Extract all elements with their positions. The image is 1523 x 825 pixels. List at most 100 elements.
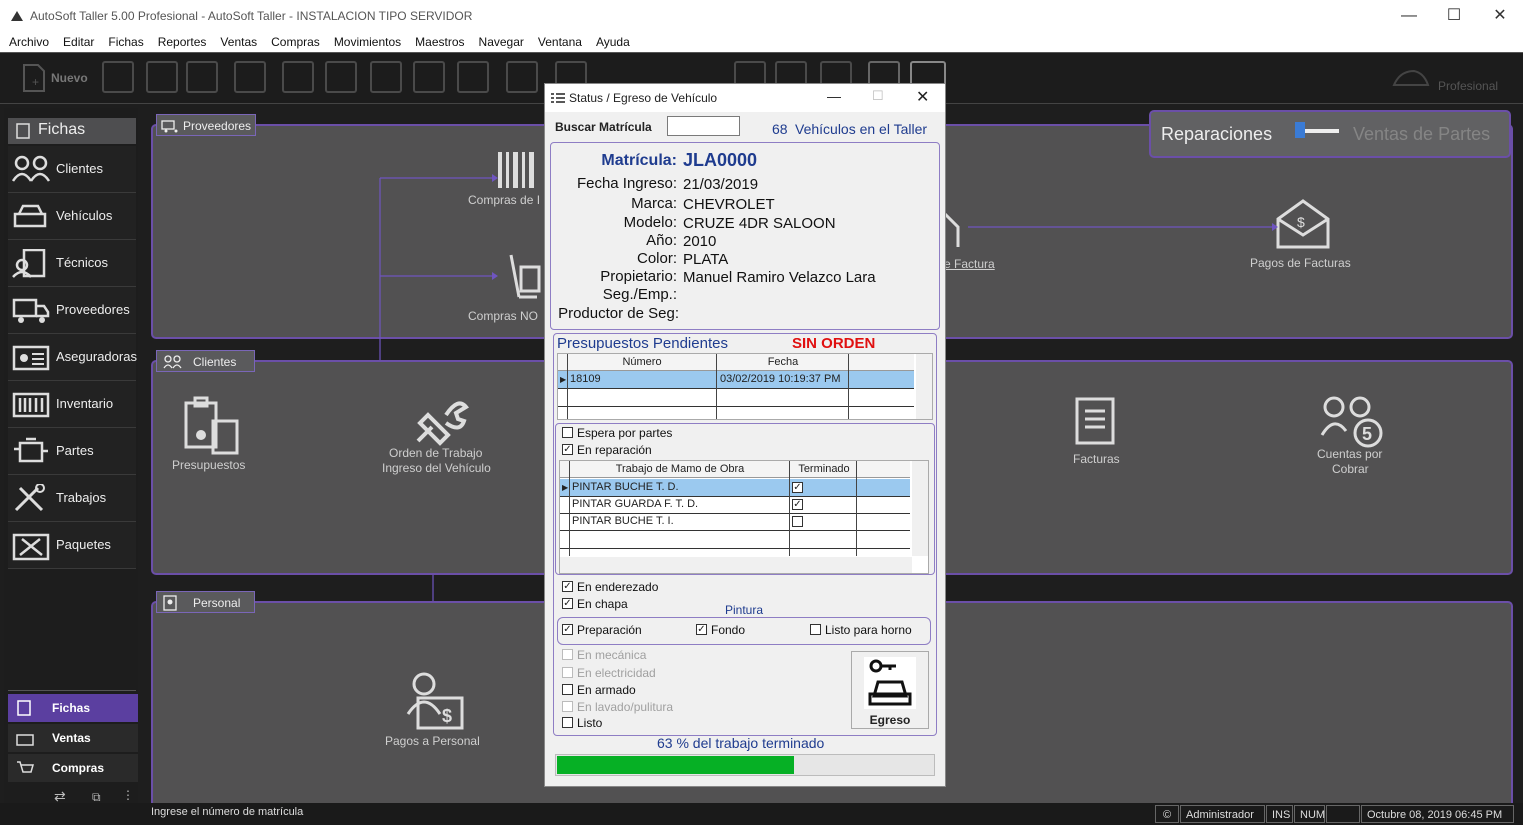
listo-checkbox[interactable]: [562, 717, 573, 728]
chapa-checkbox[interactable]: ✓: [562, 598, 573, 609]
menu-archivo[interactable]: Archivo: [4, 32, 54, 52]
print-icon[interactable]: [282, 61, 314, 93]
dialog-close-button[interactable]: ✕: [916, 87, 929, 107]
tab-proveedores[interactable]: Proveedores: [156, 114, 256, 136]
armado-checkbox[interactable]: [562, 684, 573, 695]
sidebar-item-label: Inventario: [56, 396, 114, 411]
node-pagos-personal[interactable]: Pagos a Personal: [385, 734, 480, 748]
menu-reportes[interactable]: Reportes: [153, 32, 212, 52]
menu-ventas[interactable]: Ventas: [215, 32, 262, 52]
egreso-button[interactable]: Egreso: [851, 651, 929, 729]
enderezado-checkbox[interactable]: ✓: [562, 581, 573, 592]
refresh-icon[interactable]: [234, 61, 266, 93]
progress-label: % del trabajo terminado: [676, 735, 825, 751]
sidebar-item-vehiculos[interactable]: Vehículos: [8, 193, 136, 240]
menu-ventana[interactable]: Ventana: [533, 32, 587, 52]
brand-label: Profesional: [1438, 79, 1499, 93]
table-row[interactable]: PINTAR BUCHE T. I.: [560, 513, 910, 531]
save-icon[interactable]: [186, 61, 218, 93]
modelo-label: Modelo:: [623, 214, 677, 231]
menu-maestros[interactable]: Maestros: [410, 32, 469, 52]
sidebar-item-label: Trabajos: [56, 490, 107, 505]
col-trabajo[interactable]: Trabajo de Mamo de Obra: [570, 463, 790, 475]
menu-compras[interactable]: Compras: [266, 32, 325, 52]
sidebar-item-clientes[interactable]: Clientes: [8, 146, 136, 193]
terminado-checkbox[interactable]: ✓: [792, 482, 803, 493]
pintura-label: Pintura: [725, 603, 764, 617]
vehicles-count: 68: [772, 121, 788, 137]
sidebar-item-inventario[interactable]: Inventario: [8, 381, 136, 428]
trabajos-vscrollbar[interactable]: [912, 461, 928, 556]
node-ingreso-vehiculo[interactable]: Ingreso del Vehículo: [382, 461, 491, 475]
egreso-label: Egreso: [869, 713, 911, 727]
sidebar-item-partes[interactable]: Partes: [8, 428, 136, 475]
people-count-icon[interactable]: 5: [1320, 395, 1386, 449]
col-numero[interactable]: Número: [568, 356, 716, 368]
sidebar-item-trabajos[interactable]: Trabajos: [8, 475, 136, 522]
tab-compras[interactable]: Compras: [8, 754, 138, 782]
table-row[interactable]: ▶ 18109 03/02/2019 10:19:37 PM: [558, 371, 914, 389]
espera-checkbox[interactable]: [562, 427, 573, 438]
sidebar-item-aseguradoras[interactable]: Aseguradoras: [8, 334, 137, 381]
tab-ventas[interactable]: Ventas: [8, 724, 138, 752]
node-orden-trabajo[interactable]: Orden de Trabajo: [389, 446, 482, 460]
tab-personal[interactable]: Personal: [156, 591, 255, 613]
table-row[interactable]: ▶ PINTAR BUCHE T. D. ✓: [560, 479, 910, 497]
maximize-button[interactable]: ☐: [1431, 0, 1477, 32]
row-trabajo: PINTAR BUCHE T. D.: [572, 481, 679, 493]
menu-navegar[interactable]: Navegar: [474, 32, 529, 52]
mode-toggle[interactable]: Reparaciones Ventas de Partes: [1149, 110, 1511, 158]
toggle-ventas-partes[interactable]: Ventas de Partes: [1353, 124, 1490, 145]
sidebar-item-paquetes[interactable]: Paquetes: [8, 522, 136, 569]
menu-editar[interactable]: Editar: [58, 32, 99, 52]
dialog-title-bar: Status / Egreso de Vehículo — ☐ ✕: [545, 84, 945, 112]
menu-movimientos[interactable]: Movimientos: [329, 32, 406, 52]
search-matricula-input[interactable]: [667, 116, 740, 136]
trabajos-grid[interactable]: Trabajo de Mamo de Obra Terminado ▶ PINT…: [559, 460, 929, 574]
fondo-checkbox[interactable]: ✓: [696, 624, 707, 635]
col-fecha[interactable]: Fecha: [718, 356, 848, 368]
cut-icon[interactable]: [370, 61, 402, 93]
reparacion-checkbox[interactable]: ✓: [562, 444, 573, 455]
toggle-thumb[interactable]: [1295, 122, 1305, 138]
cars-icon: [12, 202, 52, 230]
plug-wrench-icon[interactable]: [410, 393, 470, 449]
sidebar-item-tecnicos[interactable]: Técnicos: [8, 240, 136, 287]
preparacion-label: Preparación: [577, 623, 642, 637]
trabajos-hscrollbar[interactable]: [560, 557, 912, 573]
more-icon[interactable]: ⋮: [122, 788, 134, 802]
presupuestos-scrollbar[interactable]: [916, 354, 932, 419]
paste-icon[interactable]: [457, 61, 489, 93]
node-facturas[interactable]: Facturas: [1073, 452, 1120, 466]
copy-icon[interactable]: [413, 61, 445, 93]
menu-fichas[interactable]: Fichas: [103, 32, 148, 52]
edit-pencil-icon[interactable]: [146, 61, 178, 93]
undo-icon[interactable]: [506, 61, 538, 93]
payroll-icon[interactable]: $: [404, 670, 466, 734]
app-icon: [11, 11, 23, 21]
node-cobrar[interactable]: Cobrar: [1332, 462, 1369, 476]
table-row[interactable]: PINTAR GUARDA F. T. D. ✓: [560, 496, 910, 514]
node-cuentas-por[interactable]: Cuentas por: [1317, 447, 1382, 461]
sidebar-header-label: Fichas: [38, 121, 86, 138]
dialog-minimize-button[interactable]: —: [827, 88, 841, 104]
terminado-checkbox[interactable]: ✓: [792, 499, 803, 510]
menu-ayuda[interactable]: Ayuda: [591, 32, 635, 52]
col-terminado[interactable]: Terminado: [792, 463, 856, 475]
sidebar-item-proveedores[interactable]: Proveedores: [8, 287, 136, 334]
tab-clientes[interactable]: Clientes: [156, 350, 255, 372]
minimize-button[interactable]: —: [1386, 0, 1432, 32]
preparacion-checkbox[interactable]: ✓: [562, 624, 573, 635]
toggle-reparaciones[interactable]: Reparaciones: [1161, 124, 1272, 145]
node-presupuestos[interactable]: Presupuestos: [172, 458, 245, 472]
delete-document-icon[interactable]: [102, 61, 134, 93]
calculator-clipboard-icon[interactable]: [183, 395, 241, 457]
propietario-label: Propietario:: [600, 268, 677, 285]
preview-icon[interactable]: [325, 61, 357, 93]
invoice-document-icon[interactable]: [1073, 397, 1119, 447]
presupuestos-grid[interactable]: Número Fecha ▶ 18109 03/02/2019 10:19:37…: [557, 353, 933, 420]
close-window-button[interactable]: ✕: [1477, 0, 1523, 32]
terminado-checkbox[interactable]: [792, 516, 803, 527]
tab-fichas[interactable]: Fichas: [8, 694, 138, 722]
listo-horno-checkbox[interactable]: [810, 624, 821, 635]
